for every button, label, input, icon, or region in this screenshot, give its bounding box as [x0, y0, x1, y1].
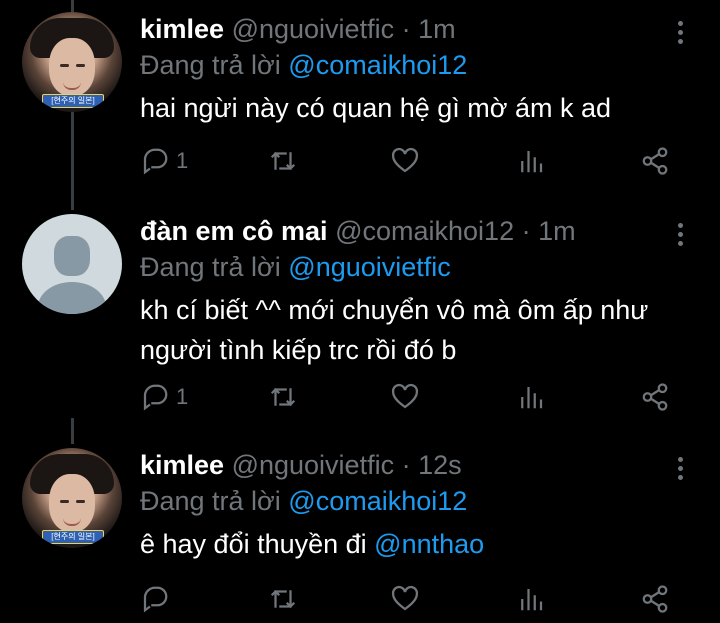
- analytics-button[interactable]: [516, 382, 546, 412]
- replying-mention-link[interactable]: @comaikhoi12: [288, 486, 467, 516]
- avatar[interactable]: [현주의 일본]: [22, 448, 122, 548]
- display-name[interactable]: kimlee: [140, 450, 224, 480]
- timestamp[interactable]: 12s: [418, 450, 462, 480]
- reply-count: 1: [176, 148, 189, 173]
- avatar[interactable]: [22, 214, 122, 314]
- more-vertical-icon[interactable]: [670, 454, 690, 484]
- tweet-header: kimlee @nguoivietfic · 12s: [140, 448, 462, 482]
- tweet-actions: 1: [140, 382, 680, 412]
- avatar-caption: [현주의 일본]: [42, 530, 104, 544]
- reply-button[interactable]: 1: [140, 382, 188, 412]
- replying-prefix: Đang trả lời: [140, 50, 281, 80]
- tweet-actions: 1: [140, 146, 680, 176]
- retweet-button[interactable]: [268, 382, 298, 412]
- replying-mention-link[interactable]: @comaikhoi12: [288, 50, 467, 80]
- tweet-text: kh cí biết ^^ mới chuyển vô mà ôm ấp như…: [140, 290, 700, 370]
- tweet-text-line: ê hay đổi thuyền đi @nnthao: [140, 524, 700, 564]
- share-button[interactable]: [640, 146, 670, 176]
- avatar[interactable]: [현주의 일본]: [22, 12, 122, 112]
- analytics-icon: [521, 589, 543, 611]
- like-button[interactable]: [390, 584, 420, 614]
- tweet-text-line: người tình kiếp trc rồi đó b: [140, 335, 457, 365]
- share-icon: [642, 585, 668, 613]
- retweet-button[interactable]: [268, 146, 298, 176]
- reply-button[interactable]: 1: [140, 146, 188, 176]
- analytics-button[interactable]: [516, 584, 546, 614]
- separator-dot: ·: [521, 216, 531, 246]
- tweet-text-line: kh cí biết ^^ mới chuyển vô mà ôm ấp như: [140, 295, 649, 325]
- handle[interactable]: @comaikhoi12: [335, 216, 514, 246]
- display-name[interactable]: đàn em cô mai: [140, 216, 328, 246]
- heart-icon: [391, 586, 419, 611]
- reply-icon: [143, 586, 168, 613]
- analytics-button[interactable]: [516, 146, 546, 176]
- avatar-caption: [현주의 일본]: [42, 94, 104, 108]
- separator-dot: ·: [401, 14, 411, 44]
- thread-line: [71, 0, 74, 12]
- heart-icon: [391, 384, 419, 409]
- like-button[interactable]: [390, 382, 420, 412]
- more-vertical-icon[interactable]: [670, 220, 690, 250]
- more-vertical-icon[interactable]: [670, 18, 690, 48]
- handle[interactable]: @nguoivietfic: [232, 14, 395, 44]
- tweet-text: hai ngừi này có quan hệ gì mờ ám k ad: [140, 88, 700, 128]
- thread-line: [71, 418, 74, 444]
- thread-line: [71, 110, 74, 210]
- retweet-icon: [270, 589, 296, 609]
- separator-dot: ·: [401, 450, 411, 480]
- timestamp[interactable]: 1m: [418, 14, 456, 44]
- share-button[interactable]: [640, 382, 670, 412]
- replying-to: Đang trả lời @comaikhoi12: [140, 48, 467, 82]
- tweet-header: đàn em cô mai @comaikhoi12 · 1m: [140, 214, 576, 248]
- mention-link[interactable]: @nnthao: [374, 529, 484, 559]
- replying-to: Đang trả lời @nguoivietfic: [140, 250, 451, 284]
- replying-to: Đang trả lời @comaikhoi12: [140, 484, 467, 518]
- replying-prefix: Đang trả lời: [140, 486, 281, 516]
- reply-icon: [143, 384, 168, 411]
- retweet-icon: [270, 151, 296, 171]
- analytics-icon: [521, 151, 543, 173]
- share-button[interactable]: [640, 584, 670, 614]
- reply-button[interactable]: [140, 584, 176, 614]
- share-icon: [642, 147, 668, 175]
- tweet-text-line: hai ngừi này có quan hệ gì mờ ám k ad: [140, 93, 612, 123]
- heart-icon: [391, 148, 419, 173]
- retweet-icon: [270, 387, 296, 407]
- reply-icon: [143, 148, 168, 175]
- like-button[interactable]: [390, 146, 420, 176]
- tweet-text-content: ê hay đổi thuyền đi: [140, 529, 375, 559]
- tweet-text: ê hay đổi thuyền đi @nnthao: [140, 524, 700, 564]
- tweet-header: kimlee @nguoivietfic · 1m: [140, 12, 456, 46]
- display-name[interactable]: kimlee: [140, 14, 224, 44]
- share-icon: [642, 383, 668, 411]
- handle[interactable]: @nguoivietfic: [232, 450, 395, 480]
- replying-mention-link[interactable]: @nguoivietfic: [288, 252, 451, 282]
- retweet-button[interactable]: [268, 584, 298, 614]
- analytics-icon: [521, 387, 543, 409]
- timestamp[interactable]: 1m: [538, 216, 576, 246]
- replying-prefix: Đang trả lời: [140, 252, 281, 282]
- tweet-actions: [140, 584, 680, 614]
- reply-count: 1: [176, 384, 189, 409]
